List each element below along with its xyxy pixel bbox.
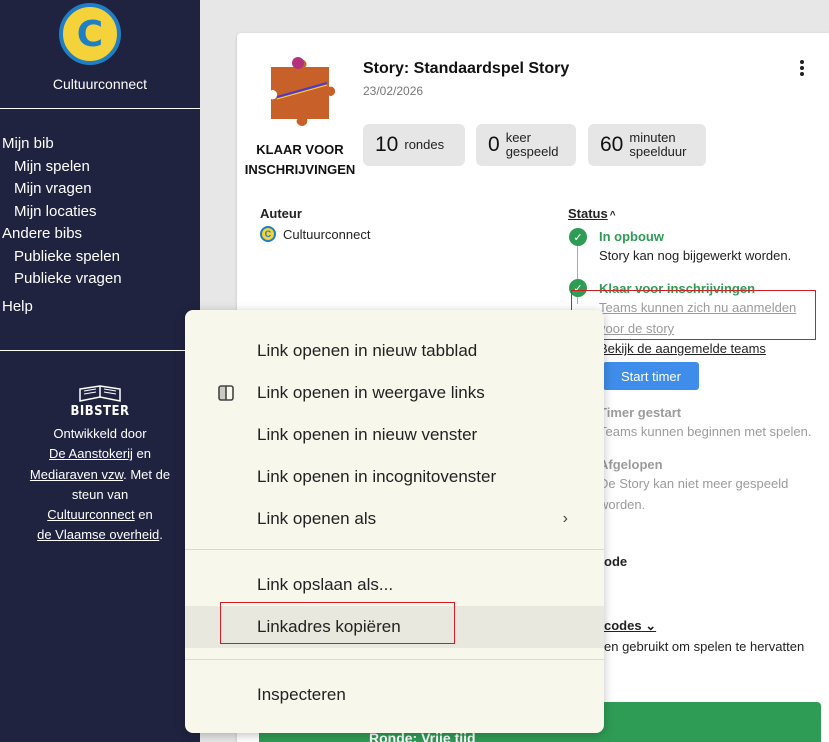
story-title: Story: Standaardspel Story: [363, 60, 570, 77]
auteur-value: C Cultuurconnect: [260, 226, 370, 242]
nav-mijn-vragen[interactable]: Mijn vragen: [2, 178, 122, 201]
nav-andere-bibs[interactable]: Andere bibs: [2, 223, 122, 246]
credits-text: . Met de: [123, 466, 171, 482]
codes-toggle[interactable]: codes ⌄: [604, 618, 656, 634]
link-vlaamse-overheid[interactable]: de Vlaamse overheid: [37, 527, 159, 542]
nav-mijn-bib[interactable]: Mijn bib: [2, 133, 122, 156]
sidebar: C Cultuurconnect Mijn bib Mijn spelen Mi…: [0, 0, 200, 742]
stat-gespeeld: 0 keer gespeeld: [476, 124, 576, 166]
annotation-box: [571, 290, 816, 340]
story-status-heading: KLAAR VOOR INSCHRIJVINGEN: [244, 142, 356, 177]
menu-separator: [185, 659, 604, 660]
step-timer-text: Teams kunnen beginnen met spelen.: [599, 424, 812, 439]
bekijk-teams-link[interactable]: Bekijk de aangemelde teams: [599, 341, 766, 356]
link-mediaraven[interactable]: Mediaraven vzw: [30, 467, 123, 482]
context-menu: Link openen in nieuw tabblad Link openen…: [185, 310, 604, 733]
step-in-opbouw-title: In opbouw: [599, 229, 664, 244]
cultuurconnect-logo[interactable]: C: [59, 3, 121, 65]
story-date: 23/02/2026: [363, 84, 424, 98]
link-de-aanstokerij[interactable]: De Aanstokerij: [49, 446, 133, 461]
step-afgelopen-title: Afgelopen: [599, 457, 663, 472]
nav-publieke-spelen[interactable]: Publieke spelen: [2, 246, 122, 269]
start-timer-button[interactable]: Start timer: [603, 362, 699, 390]
credits-text: steun van: [71, 486, 129, 502]
menu-separator: [185, 549, 604, 550]
nav-help[interactable]: Help: [2, 296, 122, 319]
step-afgelopen-text-2: worden.: [599, 497, 646, 512]
check-icon: ✓: [569, 228, 587, 246]
annotation-box: [220, 602, 455, 644]
credits-text: Ontwikkeld door: [53, 426, 147, 441]
step-in-opbouw-text: Story kan nog bijgewerkt worden.: [599, 248, 792, 263]
sidebar-nav: Mijn bib Mijn spelen Mijn vragen Mijn lo…: [2, 133, 122, 318]
menu-save-link-as[interactable]: Link opslaan als...: [185, 564, 604, 606]
menu-open-new-window[interactable]: Link openen in nieuw venster: [185, 414, 604, 456]
nav-mijn-locaties[interactable]: Mijn locaties: [2, 201, 122, 224]
sidebar-divider: [0, 108, 200, 109]
credits: Ontwikkeld door De Aanstokerij en Mediar…: [8, 424, 192, 546]
puzzle-icon: [271, 57, 336, 126]
split-view-icon: [217, 372, 235, 414]
more-options-icon[interactable]: [800, 60, 804, 78]
nav-publieke-vragen[interactable]: Publieke vragen: [2, 268, 122, 291]
book-icon: [79, 385, 121, 402]
cultuurconnect-mini-icon: C: [260, 226, 276, 242]
chevron-right-icon: ›: [562, 510, 568, 527]
sidebar-divider: [0, 350, 200, 351]
stat-rondes: 10 rondes: [363, 124, 465, 166]
menu-open-as[interactable]: Link openen als ›: [185, 498, 604, 540]
menu-open-new-tab[interactable]: Link openen in nieuw tabblad: [185, 330, 604, 372]
credits-text: en: [134, 507, 153, 523]
auteur-label: Auteur: [260, 206, 302, 221]
credits-text: .: [159, 527, 163, 543]
bibster-name: BIBSTER: [70, 404, 130, 419]
chevron-down-icon: ⌄: [641, 618, 657, 633]
menu-open-split-view[interactable]: Link openen in weergave links: [185, 372, 604, 414]
org-name: Cultuurconnect: [52, 76, 148, 92]
chevron-up-icon: ^: [609, 210, 616, 221]
stat-speelduur: 60 minuten speelduur: [588, 124, 706, 166]
menu-inspect[interactable]: Inspecteren: [185, 674, 604, 716]
step-afgelopen-text: De Story kan niet meer gespeeld: [599, 476, 789, 491]
nav-mijn-spelen[interactable]: Mijn spelen: [2, 156, 122, 179]
status-toggle[interactable]: Status ^: [568, 206, 616, 221]
menu-open-incognito[interactable]: Link openen in incognitovenster: [185, 456, 604, 498]
link-cultuurconnect[interactable]: Cultuurconnect: [47, 507, 134, 522]
step-timer-title: Timer gestart: [599, 405, 682, 420]
code-label: ode: [604, 554, 628, 569]
bibster-logo: BIBSTER: [0, 385, 200, 419]
codes-text: en gebruikt om spelen te hervatten: [604, 639, 805, 654]
credits-text: en: [132, 446, 151, 462]
